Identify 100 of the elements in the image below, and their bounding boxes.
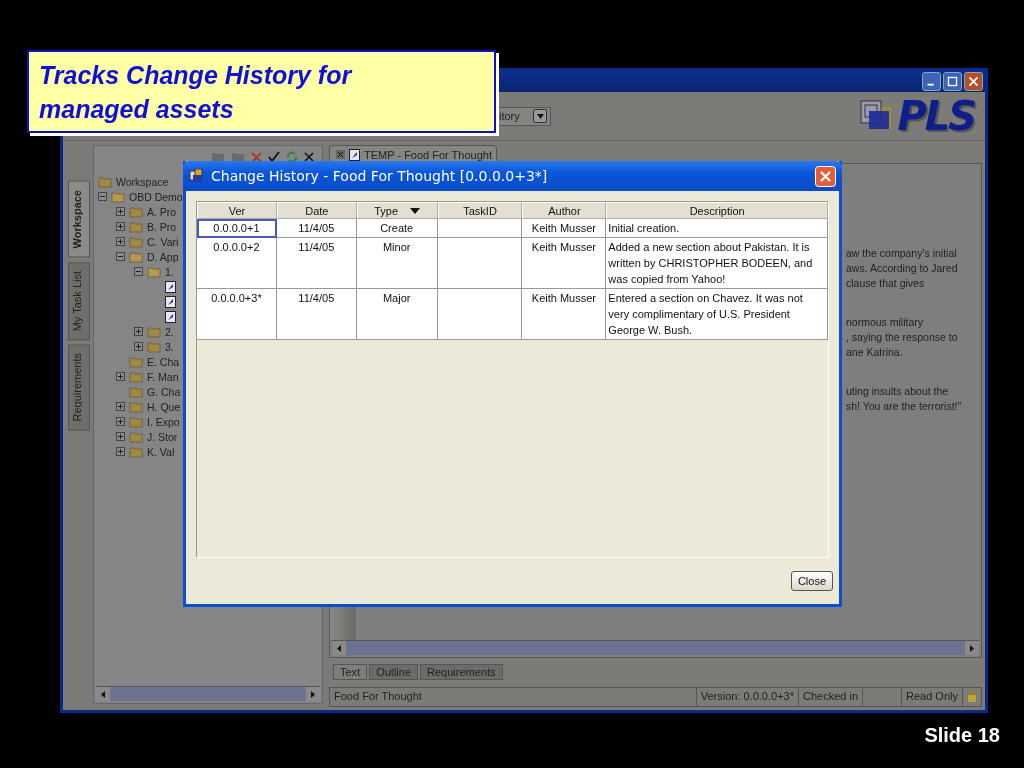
folder-icon	[129, 235, 143, 248]
folder-icon	[129, 415, 143, 428]
scroll-left-icon[interactable]	[101, 690, 105, 698]
folder-icon	[129, 445, 143, 458]
check-icon[interactable]	[268, 151, 280, 163]
table-row[interactable]: 0.0.0.0+2 11/4/05 Minor Keith Musser Added a new section about Pakistan. It is written by CHRISTOPHER BODEEN, and was copied from Yahoo!	[197, 238, 828, 289]
document-text: aw the company's initial	[846, 246, 958, 261]
column-header[interactable]: Description	[606, 202, 828, 219]
expand-icon[interactable]	[116, 237, 125, 246]
folder-icon	[129, 205, 143, 218]
document-text: normous military	[846, 315, 925, 330]
tree-item[interactable]: A. Pro	[147, 205, 177, 218]
column-header[interactable]: Type	[356, 202, 438, 219]
close-icon[interactable]	[304, 152, 314, 162]
table-cell: 11/4/05	[298, 241, 335, 253]
table-cell: 11/4/05	[298, 222, 335, 234]
expand-icon[interactable]	[116, 402, 125, 411]
scroll-right-icon[interactable]	[311, 690, 315, 698]
expand-icon[interactable]	[116, 222, 125, 231]
document-text: uting insults about the	[846, 384, 950, 399]
dialog-title: Change History - Food For Thought [0.0.0.0+3*]	[211, 168, 549, 184]
status-document: Food For Thought	[333, 689, 423, 704]
status-version: Version: 0.0.0.0+3*	[695, 688, 798, 706]
horizontal-scrollbar[interactable]	[96, 686, 320, 701]
folder-icon	[129, 370, 143, 383]
tree-item[interactable]: 3.	[165, 340, 174, 353]
document-icon	[165, 280, 176, 293]
document-icon	[349, 148, 360, 161]
view-tab[interactable]: Text	[333, 664, 368, 680]
close-button[interactable]	[964, 72, 983, 91]
horizontal-scrollbar[interactable]	[332, 640, 979, 655]
folder-icon	[98, 175, 112, 188]
close-button[interactable]: Close	[790, 571, 833, 591]
tree-item[interactable]: Workspace	[116, 175, 169, 188]
view-tab[interactable]: Requirements	[420, 664, 503, 680]
expand-icon[interactable]	[116, 207, 125, 216]
maximize-button[interactable]	[943, 72, 962, 91]
expand-icon[interactable]	[134, 342, 143, 351]
scroll-left-icon[interactable]	[337, 644, 341, 652]
scroll-right-icon[interactable]	[970, 644, 974, 652]
expand-icon[interactable]	[116, 372, 125, 381]
expand-icon[interactable]	[116, 447, 125, 456]
table-cell: Keith Musser	[531, 222, 596, 234]
lock-icon	[967, 690, 977, 702]
collapse-icon[interactable]	[98, 192, 107, 201]
tree-item[interactable]: I. Expo	[147, 415, 180, 428]
column-header[interactable]: Ver	[197, 202, 277, 219]
table-cell: Added a new section about Pakistan. It is written by CHRISTOPHER BODEEN, and was copied from Yahoo!	[608, 241, 813, 285]
tree-item[interactable]: OBD Demo	[129, 190, 183, 203]
table-cell: Create	[380, 222, 414, 234]
tree-item[interactable]: E. Cha	[147, 355, 180, 368]
collapse-icon[interactable]	[134, 267, 143, 276]
tree-item[interactable]: G. Cha	[147, 385, 181, 398]
table-cell: Entered a section on Chavez. It was not very complimentary of U.S. President George W. Bush.	[608, 292, 803, 336]
document-text: sh! You are the terrorist!"	[846, 399, 963, 414]
table-cell: 0.0.0.0+2	[213, 241, 260, 253]
table-cell: Minor	[382, 241, 411, 253]
dropdown-arrow-icon	[536, 113, 544, 119]
document-icon	[165, 295, 176, 308]
slide-number: Slide 18	[924, 724, 1000, 746]
collapse-icon[interactable]	[116, 252, 125, 261]
table-row[interactable]: 0.0.0.0+3* 11/4/05 Major Keith Musser Entered a section on Chavez. It was not very complimentary of U.S. President George W. Bush.	[197, 289, 828, 340]
side-tab[interactable]: My Task List	[68, 261, 90, 340]
minimize-button[interactable]	[922, 72, 941, 91]
table-cell: 0.0.0.0+3*	[211, 292, 262, 304]
tree-item[interactable]: 1.	[165, 265, 174, 278]
column-header[interactable]: Author	[522, 202, 607, 219]
side-tab[interactable]: Workspace	[68, 181, 90, 258]
tree-item[interactable]: F. Man	[147, 370, 179, 383]
tree-item[interactable]: J. Stor	[147, 430, 178, 443]
tree-item[interactable]: K. Val	[147, 445, 175, 458]
repository-dropdown[interactable]: itory	[497, 106, 551, 126]
folder-icon	[111, 190, 125, 203]
tree-item[interactable]: 2.	[165, 325, 174, 338]
tree-item[interactable]: C. Vari	[147, 235, 179, 248]
expand-icon[interactable]	[116, 432, 125, 441]
folder-icon	[129, 355, 143, 368]
document-text: ane Katrina.	[846, 345, 904, 360]
side-tab[interactable]: Requirements	[68, 343, 90, 431]
folder-icon	[129, 250, 143, 263]
logo: PLS	[859, 93, 975, 139]
table-row[interactable]: 0.0.0.0+1 11/4/05 Create Keith Musser Initial creation.	[197, 219, 828, 238]
status-access: Read Only	[901, 688, 962, 706]
document-icon	[165, 310, 176, 323]
document-text: aws. According to Jared	[846, 261, 959, 276]
folder-icon	[129, 385, 143, 398]
tree-item[interactable]: H. Que	[147, 400, 181, 413]
table-cell: Major	[382, 292, 411, 304]
table-cell: Keith Musser	[531, 241, 596, 253]
close-icon[interactable]	[336, 150, 345, 159]
expand-icon[interactable]	[116, 417, 125, 426]
expand-icon[interactable]	[134, 327, 143, 336]
status-state: Checked in	[797, 688, 862, 706]
column-header[interactable]: TaskID	[437, 202, 523, 219]
sort-descending-icon	[410, 207, 421, 214]
tree-item[interactable]: D. App	[147, 250, 179, 263]
view-tab[interactable]: Outline	[369, 664, 419, 680]
tree-item[interactable]: B. Pro	[147, 220, 177, 233]
table-cell: 0.0.0.0+1	[213, 222, 260, 234]
column-header[interactable]: Date	[276, 202, 357, 219]
